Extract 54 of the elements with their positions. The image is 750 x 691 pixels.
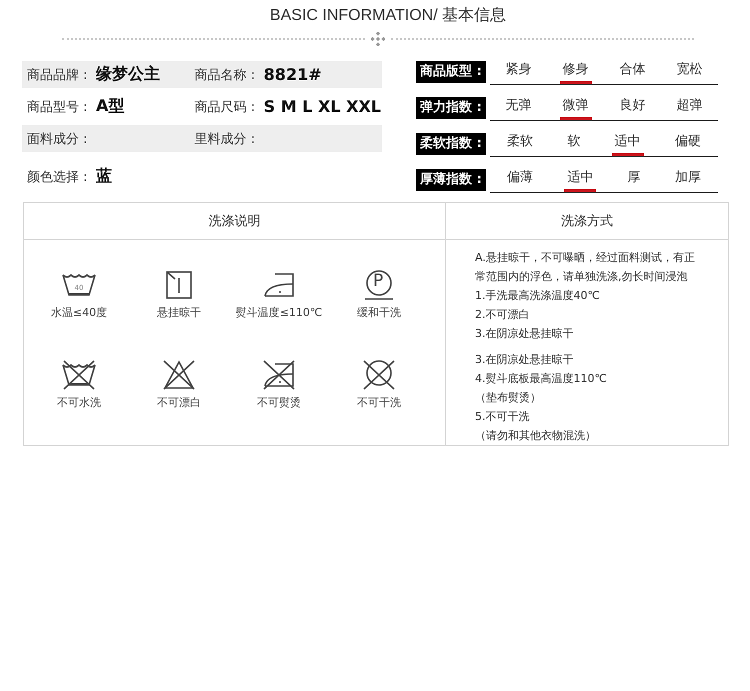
attribute-option: 超弹 [674, 96, 706, 120]
instruction-text: 3.在阴凉处悬挂晾干 [475, 326, 574, 342]
attribute-option: 修身 [560, 60, 592, 84]
attribute-option: 紧身 [502, 60, 534, 84]
attribute-option: 软 [564, 132, 584, 156]
field-label: 商品品牌 : [27, 66, 89, 84]
field-value: 蓝 [96, 166, 112, 187]
attribute-option: 柔软 [504, 132, 536, 156]
field-label: 里料成分 : [194, 130, 256, 148]
instruction-text: 1.手洗最高洗涤温度40℃ [475, 288, 601, 304]
instruction-text: 3.在阴凉处悬挂晾干 [475, 352, 574, 368]
attribute-label: 弹力指数 : [416, 97, 486, 119]
attribute-label: 商品版型 : [416, 61, 486, 83]
attribute-option: 加厚 [672, 168, 704, 192]
attribute-label: 柔软指数 : [416, 133, 486, 155]
field-value: S M L XL XXL [264, 97, 381, 116]
instruction-text: 5.不可干洗 [475, 409, 530, 425]
section-heading: BASIC INFORMATION/ 基本信息 [270, 6, 506, 26]
column-header: 洗涤说明 [208, 213, 260, 230]
field-label: 商品名称 : [194, 66, 256, 84]
attribute-option: 厚 [624, 168, 644, 192]
attribute-option: 宽松 [674, 60, 706, 84]
field-value: A型 [96, 96, 124, 117]
instruction-text: （请勿和其他衣物混洗） [475, 428, 597, 444]
field-value: 缘梦公主 [96, 64, 160, 85]
instruction-text: A.悬挂晾干，不可曝晒，经过面料测试，有正常范围内的浮色，请单独洗涤,勿长时间浸泡 [475, 250, 696, 285]
field-value: 8821# [264, 65, 322, 84]
attribute-option: 微弹 [560, 96, 592, 120]
attribute-option: 合体 [616, 60, 648, 84]
attribute-option: 偏薄 [504, 168, 536, 192]
care-label: 缓和干洗 [357, 305, 401, 320]
field-label: 商品型号 : [27, 98, 89, 116]
care-label: 不可水洗 [57, 395, 101, 410]
attribute-option: 良好 [616, 96, 648, 120]
attribute-label: 厚薄指数 : [416, 169, 486, 191]
attribute-option: 偏硬 [672, 132, 704, 156]
instruction-text: 2.不可漂白 [475, 307, 530, 323]
care-label: 不可干洗 [357, 395, 401, 410]
attribute-option: 适中 [564, 168, 596, 192]
care-label: 熨斗温度≤110℃ [236, 305, 322, 320]
attribute-option: 无弹 [502, 96, 534, 120]
ornament-icon [371, 32, 385, 46]
field-label: 面料成分 : [27, 130, 89, 148]
instruction-text: （垫布熨烫） [475, 390, 542, 406]
column-header: 洗涤方式 [561, 213, 613, 230]
icon-letter: P [373, 271, 384, 291]
care-label: 不可熨烫 [257, 395, 301, 410]
instruction-text: 4.熨斗底板最高温度110℃ [475, 371, 608, 387]
care-label: 悬挂晾干 [157, 305, 201, 320]
care-label: 水温≤40度 [50, 305, 108, 320]
attribute-option: 适中 [612, 132, 644, 156]
field-label: 商品尺码 : [194, 98, 256, 116]
care-label: 不可漂白 [157, 395, 201, 410]
field-label: 颜色选择 : [27, 168, 89, 186]
